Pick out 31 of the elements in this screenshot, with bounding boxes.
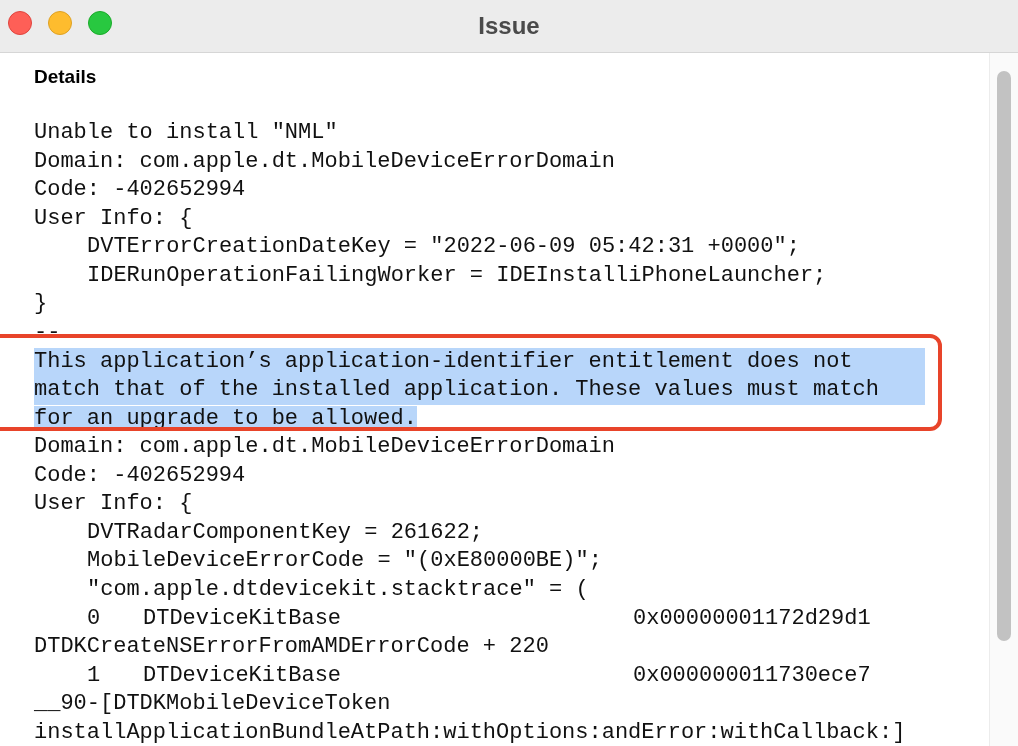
log-line: match that of the installed application. These values must match [34,377,879,403]
zoom-button[interactable] [88,11,112,35]
frame-index: 1 [87,661,102,690]
log-line: This application’s application-identifier entitlement does not [34,348,853,374]
frame-symbol: DTDeviceKitBase [143,604,343,633]
log-line: -- [34,319,61,345]
log-line: DVTErrorCreationDateKey = "2022-06-09 05:42:31 +0000"; [87,234,800,260]
log-line: __90-[DTDKMobileDeviceToken [34,691,391,717]
frame-symbol: DTDeviceKitBase [143,661,343,690]
section-heading: Details [34,65,98,89]
log-line: User Info: { [34,205,193,231]
log-line: Code: -402652994 [34,177,246,203]
log-line: } [34,291,48,317]
log-line: installApplicationBundleAtPath:withOptions:andError:withCallback:] [34,719,906,745]
log-line: "com.apple.dtdevicekit.stacktrace" = ( [87,577,589,602]
log-line: Domain: com.apple.dt.MobileDeviceErrorDomain [34,434,615,460]
log-line: Code: -402652994 [34,462,246,488]
window-title: Issue [478,12,540,40]
log-line: DTDKCreateNSErrorFromAMDErrorCode + 220 [34,634,549,660]
log-line: DVTRadarComponentKey = 261622; [87,519,484,545]
frame-address: 0x000000011730ece7 [633,661,871,690]
log-line: MobileDeviceErrorCode = "(0xE80000BE)"; [87,548,602,574]
log-line: Domain: com.apple.dt.MobileDeviceErrorDomain [34,148,615,174]
frame-index: 0 [87,604,102,633]
minimize-button[interactable] [48,11,72,35]
close-button[interactable] [8,11,32,35]
log-line: User Info: { [34,491,193,517]
frame-address: 0x00000001172d29d1 [633,604,871,633]
log-line: IDERunOperationFailingWorker = IDEInstalliPhoneLauncher; [87,262,827,288]
log-line: Unable to install "NML" [34,120,338,145]
scrollbar-thumb[interactable] [997,71,1011,641]
